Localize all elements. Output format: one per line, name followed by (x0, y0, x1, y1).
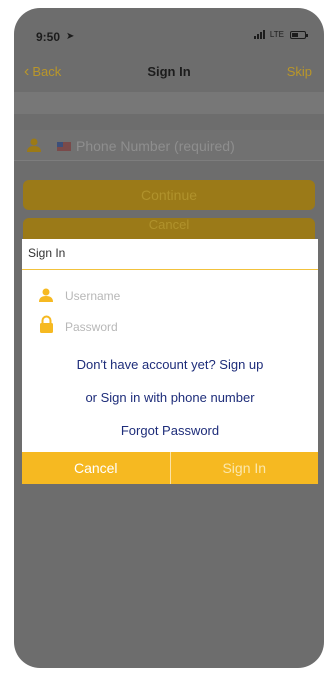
carrier-label: LTE (269, 30, 284, 39)
dialog-actions: Cancel Sign In (22, 452, 318, 484)
app-screen: 9:50 ➤ LTE ‹ Back Sign In Skip Phone Num… (14, 8, 324, 668)
sign-in-button[interactable]: Sign In (171, 452, 319, 484)
sign-in-dialog: Sign In Username Password Don't have acc… (22, 239, 318, 462)
background-cancel-label: Cancel (148, 217, 190, 232)
signal-icon (253, 30, 265, 39)
us-flag-icon[interactable] (57, 142, 71, 151)
person-icon (27, 138, 41, 152)
cancel-button[interactable]: Cancel (22, 452, 170, 484)
status-bar: 9:50 ➤ LTE (14, 8, 324, 46)
password-field[interactable]: Password (22, 315, 318, 339)
navigation-bar: ‹ Back Sign In Skip (14, 54, 324, 88)
skip-button[interactable]: Skip (287, 64, 312, 79)
location-arrow-icon: ➤ (66, 31, 75, 42)
status-time: 9:50 (36, 30, 61, 44)
dialog-divider (22, 269, 318, 270)
page-title: Sign In (147, 64, 191, 79)
phone-sign-in-link[interactable]: or Sign in with phone number (22, 390, 318, 405)
username-placeholder: Username (65, 289, 121, 303)
forgot-password-link[interactable]: Forgot Password (22, 423, 318, 438)
person-icon (39, 288, 53, 302)
status-indicators: LTE (253, 30, 308, 39)
phone-number-field[interactable]: Phone Number (required) (14, 130, 324, 161)
password-placeholder: Password (65, 320, 118, 334)
username-field[interactable]: Username (22, 284, 318, 308)
sign-up-link[interactable]: Don't have account yet? Sign up (22, 357, 318, 372)
action-divider (169, 452, 171, 484)
phone-number-placeholder: Phone Number (required) (76, 138, 235, 154)
battery-icon (290, 30, 308, 39)
continue-button: Continue (23, 180, 315, 210)
dialog-title: Sign In (28, 246, 66, 260)
continue-label: Continue (140, 187, 198, 203)
lock-icon (40, 315, 53, 333)
section-header (14, 92, 324, 114)
